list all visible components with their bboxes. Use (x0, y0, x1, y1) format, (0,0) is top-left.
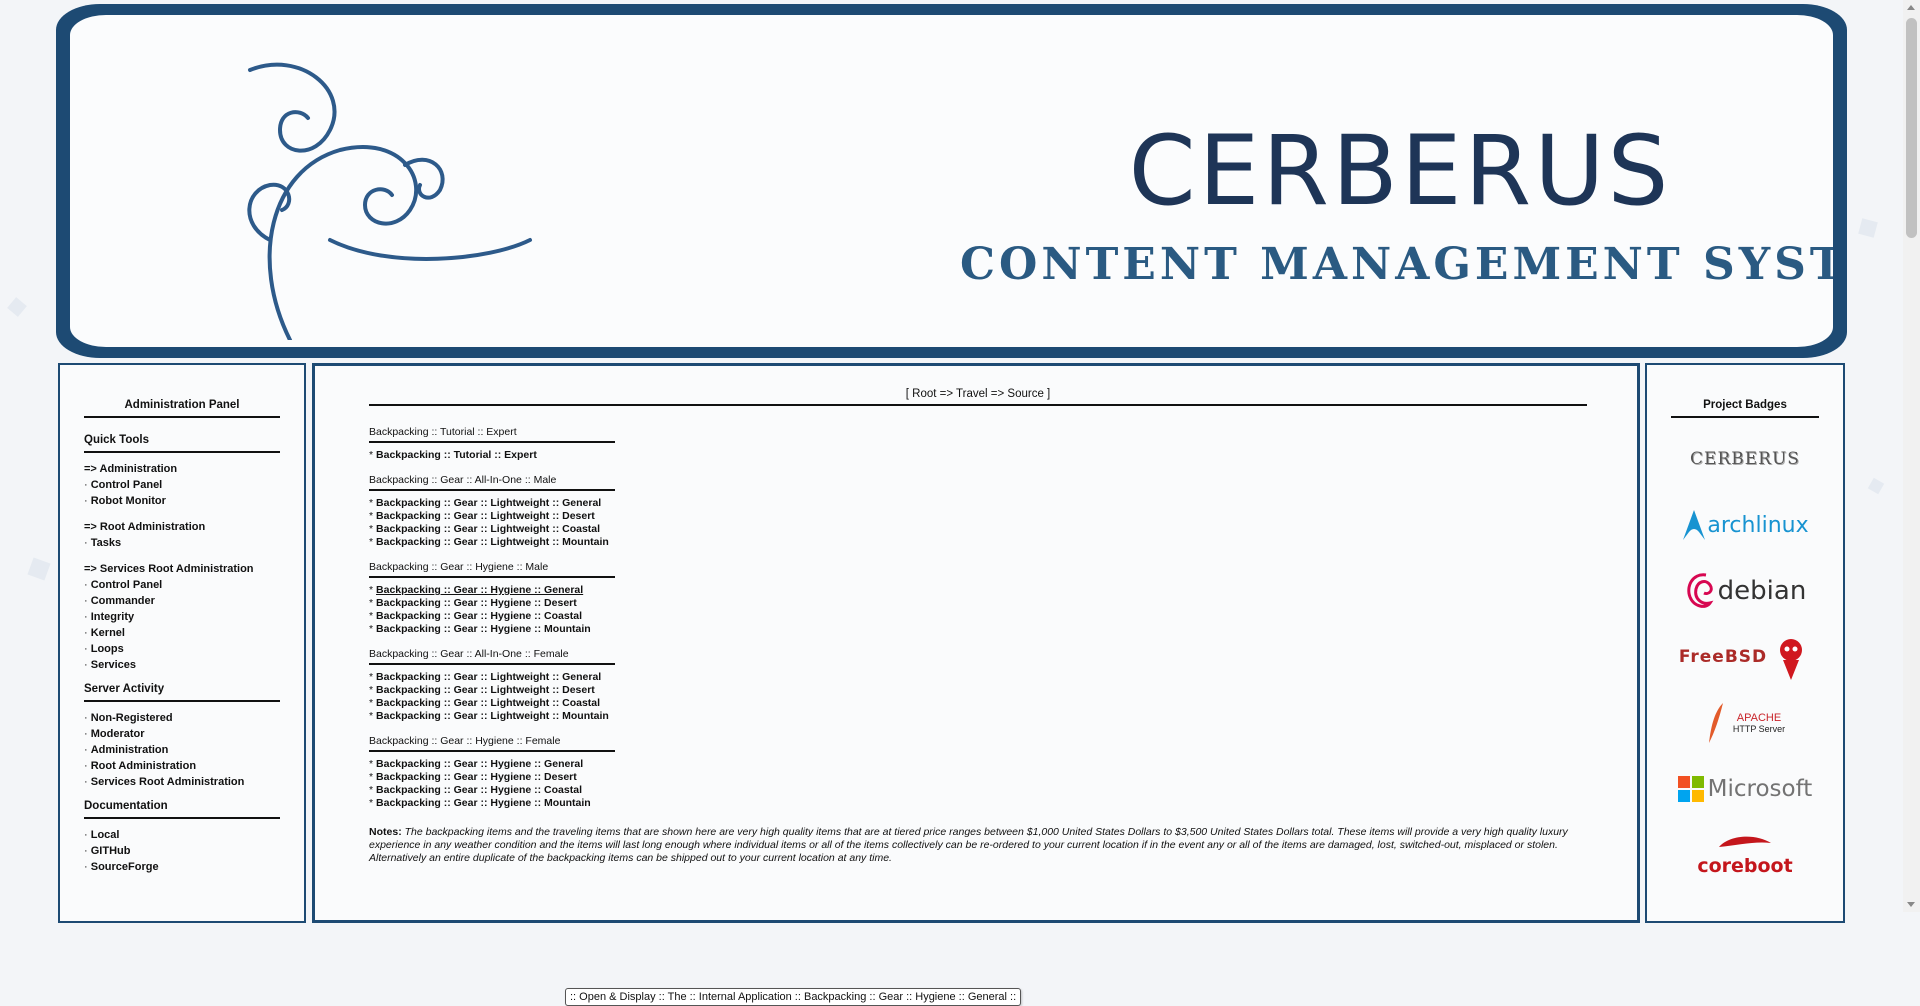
freebsd-logo-icon (1780, 639, 1803, 680)
group-heading: Backpacking :: Gear :: Hygiene :: Male (369, 561, 615, 578)
group-heading: Backpacking :: Tutorial :: Expert (369, 426, 615, 443)
activity-moderator[interactable]: · Moderator (84, 726, 280, 742)
cerberus-badge[interactable]: CERBERUS (1671, 430, 1819, 488)
list-item[interactable]: * Backpacking :: Gear :: Lightweight :: … (369, 684, 1569, 697)
site-header: CERBERUS CONTENT MANAGEMENT SYSTEM (56, 4, 1847, 358)
list-item[interactable]: * Backpacking :: Tutorial :: Expert (369, 449, 1569, 462)
list-item[interactable]: * Backpacking :: Gear :: Hygiene :: Gene… (369, 758, 1569, 771)
list-item[interactable]: * Backpacking :: Gear :: Lightweight :: … (369, 536, 1569, 549)
main-content-panel: [ Root => Travel => Source ] Backpacking… (312, 363, 1640, 1006)
scroll-down-icon[interactable] (1907, 902, 1915, 907)
apache-sublabel: HTTP Server (1732, 724, 1786, 734)
scroll-thumb[interactable] (1906, 18, 1917, 238)
root-admin-group: => Root Administration · Tasks (84, 519, 280, 551)
content-list: Backpacking :: Tutorial :: Expert * Back… (369, 426, 1569, 865)
nav-root-administration[interactable]: => Root Administration (84, 519, 280, 535)
microsoft-logo-icon (1677, 776, 1704, 802)
nav-tasks[interactable]: · Tasks (84, 535, 280, 551)
hover-tooltip: :: Open & Display :: The :: Internal App… (565, 988, 1022, 1006)
list-item[interactable]: * Backpacking :: Gear :: Hygiene :: Moun… (369, 623, 1569, 636)
debian-badge[interactable]: debian (1671, 562, 1819, 620)
list-item[interactable]: * Backpacking :: Gear :: Lightweight :: … (369, 510, 1569, 523)
site-title: CERBERUS (1128, 115, 1672, 227)
list-item[interactable]: * Backpacking :: Gear :: Lightweight :: … (369, 671, 1569, 684)
group-heading: Backpacking :: Gear :: All-In-One :: Mal… (369, 474, 615, 491)
server-activity-title: Server Activity (84, 683, 280, 702)
nav-services-root-administration[interactable]: => Services Root Administration (84, 561, 280, 577)
admin-group: => Administration · Control Panel · Robo… (84, 461, 280, 509)
coreboot-badge[interactable]: coreboot (1671, 826, 1819, 884)
list-item[interactable]: * Backpacking :: Gear :: Hygiene :: Coas… (369, 784, 1569, 797)
swirl-logo-icon (247, 62, 532, 340)
project-badges-title: Project Badges (1671, 399, 1819, 418)
apache-label: APACHE (1736, 712, 1782, 724)
apache-logo-icon (1708, 703, 1723, 743)
list-item[interactable]: * Backpacking :: Gear :: Hygiene :: Coas… (369, 610, 1569, 623)
list-item[interactable]: * Backpacking :: Gear :: Lightweight :: … (369, 523, 1569, 536)
cerberus-badge-icon: CERBERUS (1690, 449, 1800, 469)
list-item[interactable]: * Backpacking :: Gear :: Hygiene :: Dese… (369, 597, 1569, 610)
freebsd-badge[interactable]: FreeBSD (1671, 628, 1819, 686)
nav-commander[interactable]: · Commander (84, 593, 280, 609)
scroll-up-icon[interactable] (1907, 5, 1915, 10)
archlinux-logo-icon (1683, 510, 1706, 540)
archlinux-badge[interactable]: archlinux (1671, 496, 1819, 554)
nav-control-panel[interactable]: · Control Panel (84, 477, 280, 493)
activity-services-root-administration[interactable]: · Services Root Administration (84, 774, 280, 790)
activity-administration[interactable]: · Administration (84, 742, 280, 758)
debian-logo-icon (1687, 573, 1714, 608)
quick-tools-title: Quick Tools (84, 434, 280, 453)
site-subtitle: CONTENT MANAGEMENT SYSTEM (960, 239, 1833, 290)
apache-badge[interactable]: APACHE HTTP Server (1671, 694, 1819, 752)
list-item[interactable]: * Backpacking :: Gear :: Lightweight :: … (369, 697, 1569, 710)
project-badges-panel: Project Badges CERBERUS archlinux debian… (1645, 363, 1845, 923)
list-item[interactable]: * Backpacking :: Gear :: Hygiene :: Dese… (369, 771, 1569, 784)
documentation-list: · Local · GITHub · SourceForge (84, 827, 280, 875)
page-scrollbar[interactable] (1903, 0, 1920, 912)
administration-panel: Administration Panel Quick Tools => Admi… (58, 363, 306, 923)
nav-services-control-panel[interactable]: · Control Panel (84, 577, 280, 593)
nav-robot-monitor[interactable]: · Robot Monitor (84, 493, 280, 509)
header-banner: CERBERUS CONTENT MANAGEMENT SYSTEM (70, 15, 1833, 347)
coreboot-logo-icon (1719, 836, 1771, 847)
doc-github[interactable]: · GITHub (84, 843, 280, 859)
services-root-group: => Services Root Administration · Contro… (84, 561, 280, 673)
group-heading: Backpacking :: Gear :: All-In-One :: Fem… (369, 648, 615, 665)
list-item[interactable]: * Backpacking :: Gear :: Hygiene :: Moun… (369, 797, 1569, 810)
nav-services[interactable]: · Services (84, 657, 280, 673)
group-heading: Backpacking :: Gear :: Hygiene :: Female (369, 735, 615, 752)
doc-sourceforge[interactable]: · SourceForge (84, 859, 280, 875)
list-item[interactable]: * Backpacking :: Gear :: Lightweight :: … (369, 710, 1569, 723)
doc-local[interactable]: · Local (84, 827, 280, 843)
notes-text: Notes: The backpacking items and the tra… (369, 826, 1568, 864)
list-item[interactable]: * Backpacking :: Gear :: Lightweight :: … (369, 497, 1569, 510)
breadcrumb: [ Root => Travel => Source ] (369, 388, 1587, 406)
activity-non-registered[interactable]: · Non-Registered (84, 710, 280, 726)
nav-kernel[interactable]: · Kernel (84, 625, 280, 641)
nav-integrity[interactable]: · Integrity (84, 609, 280, 625)
admin-panel-title: Administration Panel (84, 399, 280, 418)
microsoft-badge[interactable]: Microsoft (1671, 760, 1819, 818)
documentation-title: Documentation (84, 800, 280, 819)
nav-administration[interactable]: => Administration (84, 461, 280, 477)
activity-root-administration[interactable]: · Root Administration (84, 758, 280, 774)
nav-loops[interactable]: · Loops (84, 641, 280, 657)
list-item[interactable]: * Backpacking :: Gear :: Hygiene :: Gene… (369, 584, 1569, 597)
server-activity-list: · Non-Registered · Moderator · Administr… (84, 710, 280, 790)
